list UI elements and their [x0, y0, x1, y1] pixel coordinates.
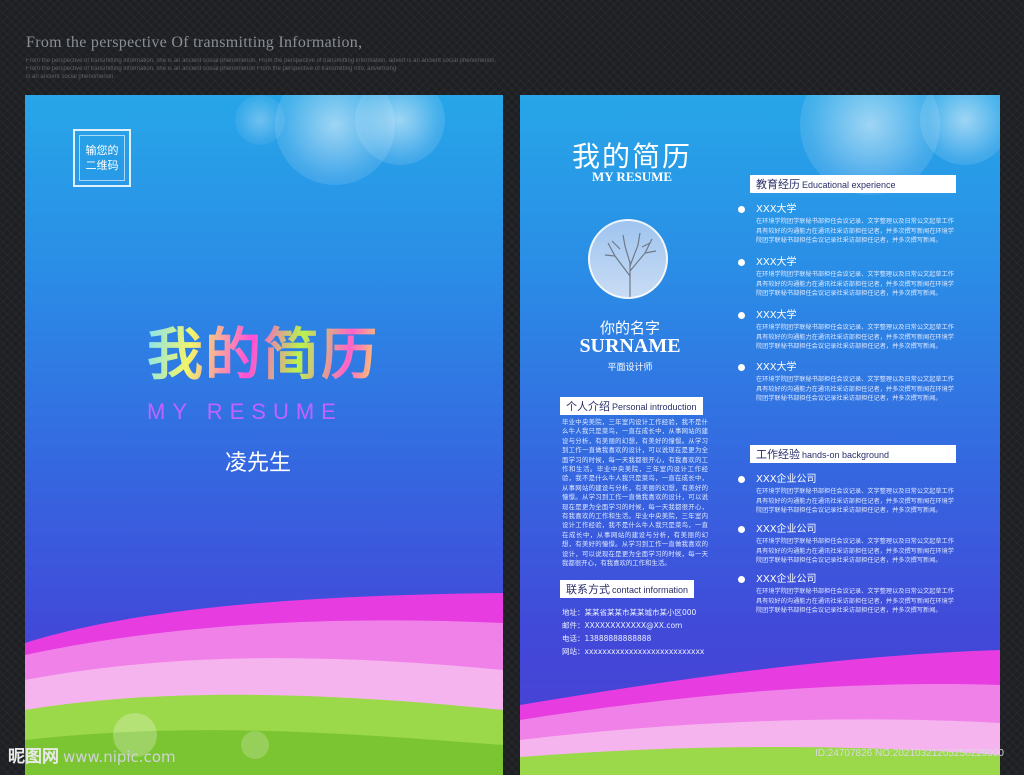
watermark-logo-text: 昵图网: [8, 747, 59, 767]
entry-desc-line: 在环境学院团学联秘书部担任会议记录、文字整理以及日常公文起草工作: [756, 376, 954, 383]
bullet-icon: [738, 206, 745, 213]
cover-wave-decoration: [25, 593, 503, 775]
contact-label-cn: 联系方式: [566, 583, 610, 596]
entry-desc-line: 在环境学院团学联秘书部担任会议记录、文字整理以及日常公文起草工作: [756, 271, 954, 278]
cover-owner-name: 凌先生: [225, 451, 292, 476]
qr-label-line2: 二维码: [85, 159, 119, 172]
tree-photo-icon: [604, 232, 657, 297]
education-entry: XXX大学 在环境学院团学联秘书部担任会议记录、文字整理以及日常公文起草工作 具有…: [738, 256, 963, 299]
bullet-icon: [738, 576, 745, 583]
entry-desc-line: 具有较好的沟通能力在通讯社采访部担任记者，并多次撰写新闻在环境学: [756, 227, 954, 235]
surname: SURNAME: [579, 335, 681, 357]
watermark-id: ID:24707826 NO:20210321205250229000: [814, 748, 1004, 759]
avatar: [588, 219, 668, 299]
resume-page: 我的简历 MY RESUME 你的名字 SURNAME 平面设计师 个人介绍 Pe…: [520, 95, 1000, 775]
entry-title: XXX大学: [756, 362, 797, 373]
entry-desc-line: 在环境学院团学联秘书部担任会议记录、文字整理以及日常公文起草工作: [756, 588, 954, 595]
entry-desc-line: 院团学联秘书部担任会议记录社采访部担任记者，并多次撰写新闻。: [756, 557, 942, 564]
contact-website: 网站：xxxxxxxxxxxxxxxxxxxxxxxxxxx: [562, 647, 705, 656]
education-label-en: Educational experience: [802, 180, 896, 190]
education-entry: XXX大学 在环境学院团学联秘书部担任会议记录、文字整理以及日常公文起草工作 具有…: [738, 361, 963, 404]
entry-title: XXX大学: [756, 204, 797, 215]
resume-subtitle: MY RESUME: [592, 169, 673, 184]
intro-label-cn: 个人介绍: [566, 400, 610, 413]
header-small-line: From the perspective of transmitting inf…: [26, 58, 497, 64]
entry-desc-line: 院团学联秘书部担任会议记录社采访部担任记者，并多次撰写新闻。: [756, 607, 942, 614]
bullet-icon: [738, 364, 745, 371]
watermark-logo: 昵图网 www.nipic.com: [8, 742, 176, 767]
intro-label-en: Personal introduction: [612, 402, 697, 412]
entry-title: XXX企业公司: [756, 574, 817, 585]
bullet-icon: [738, 259, 745, 266]
entry-desc-line: 具有较好的沟通能力在通讯社采访部担任记者，并多次撰写新闻在环境学: [756, 280, 954, 288]
entry-desc-line: 具有较好的沟通能力在通讯社采访部担任记者，并多次撰写新闻在环境学: [756, 497, 954, 505]
contact-address: 地址：某某省某某市某某城市某小区000: [562, 608, 697, 617]
entry-desc-line: 院团学联秘书部担任会议记录社采访部担任记者，并多次撰写新闻。: [756, 343, 942, 350]
entry-desc-line: 在环境学院团学联秘书部担任会议记录、文字整理以及日常公文起草工作: [756, 538, 954, 545]
work-label-cn: 工作经验: [756, 448, 800, 461]
entry-title: XXX企业公司: [756, 524, 817, 535]
education-entry: XXX大学 在环境学院团学联秘书部担任会议记录、文字整理以及日常公文起草工作 具有…: [738, 309, 963, 352]
education-section-label: 教育经历 Educational experience: [750, 175, 956, 193]
entry-desc-line: 在环境学院团学联秘书部担任会议记录、文字整理以及日常公文起草工作: [756, 218, 954, 225]
work-label-en: hands-on background: [802, 450, 890, 460]
cover-page: 输您的 二维码 我的简历 MY RESUME 凌先生: [25, 95, 503, 775]
entry-title: XXX企业公司: [756, 474, 817, 485]
education-label-cn: 教育经历: [756, 178, 800, 191]
entry-desc-line: 具有较好的沟通能力在通讯社采访部担任记者，并多次撰写新闻在环境学: [756, 333, 954, 341]
entry-title: XXX大学: [756, 310, 797, 321]
entry-desc-line: 院团学联秘书部担任会议记录社采访部担任记者，并多次撰写新闻。: [756, 507, 942, 514]
work-entry: XXX企业公司 在环境学院团学联秘书部担任会议记录、文字整理以及日常公文起草工作…: [738, 573, 963, 616]
header-small-line: is an ancient social phenomenon.: [26, 74, 116, 80]
contact-phone: 电话：13888888888888: [562, 634, 652, 643]
entry-desc-line: 具有较好的沟通能力在通讯社采访部担任记者，并多次撰写新闻在环境学: [756, 547, 954, 555]
qr-label-line1: 输您的: [85, 144, 119, 157]
work-entry: XXX企业公司 在环境学院团学联秘书部担任会议记录、文字整理以及日常公文起草工作…: [738, 473, 963, 516]
qr-code-placeholder: 输您的 二维码: [73, 129, 131, 187]
contact-label-en: contact information: [612, 585, 689, 595]
header-small-line: From the perspective of transmitting inf…: [26, 66, 397, 72]
job-title: 平面设计师: [607, 363, 653, 373]
entry-desc-line: 院团学联秘书部担任会议记录社采访部担任记者，并多次撰写新闻。: [756, 290, 942, 297]
entry-desc-line: 院团学联秘书部担任会议记录社采访部担任记者，并多次撰写新闻。: [756, 395, 942, 402]
intro-text: 毕业中央美院，三年室内设计工作经验，我不是什么牛人我只是菜鸟，一直在成长中，从事…: [562, 418, 708, 568]
header-caption: From the perspective Of transmitting Inf…: [26, 34, 363, 51]
bullet-icon: [738, 312, 745, 319]
entry-desc-line: 具有较好的沟通能力在通讯社采访部担任记者，并多次撰写新闻在环境学: [756, 385, 954, 393]
bullet-icon: [738, 476, 745, 483]
contact-email: 邮件：XXXXXXXXXXXX@XX.com: [562, 621, 683, 630]
education-entry: XXX大学 在环境学院团学联秘书部担任会议记录、文字整理以及日常公文起草工作 具有…: [738, 203, 963, 246]
contact-section-label: 联系方式 contact information: [560, 580, 695, 598]
watermark-url: www.nipic.com: [63, 748, 176, 766]
entry-desc-line: 院团学联秘书部担任会议记录社采访部担任记者，并多次撰写新闻。: [756, 237, 942, 244]
entry-desc-line: 在环境学院团学联秘书部担任会议记录、文字整理以及日常公文起草工作: [756, 488, 954, 495]
bullet-icon: [738, 526, 745, 533]
bokeh-light: [235, 95, 285, 145]
cover-title: 我的简历: [147, 310, 379, 391]
work-entry: XXX企业公司 在环境学院团学联秘书部担任会议记录、文字整理以及日常公文起草工作…: [738, 523, 963, 566]
entry-desc-line: 具有较好的沟通能力在通讯社采访部担任记者，并多次撰写新闻在环境学: [756, 597, 954, 605]
intro-section-label: 个人介绍 Personal introduction: [560, 397, 703, 415]
cover-subtitle: MY RESUME: [147, 399, 343, 424]
entry-title: XXX大学: [756, 257, 797, 268]
work-section-label: 工作经验 hands-on background: [750, 445, 956, 463]
entry-desc-line: 在环境学院团学联秘书部担任会议记录、文字整理以及日常公文起草工作: [756, 324, 954, 331]
